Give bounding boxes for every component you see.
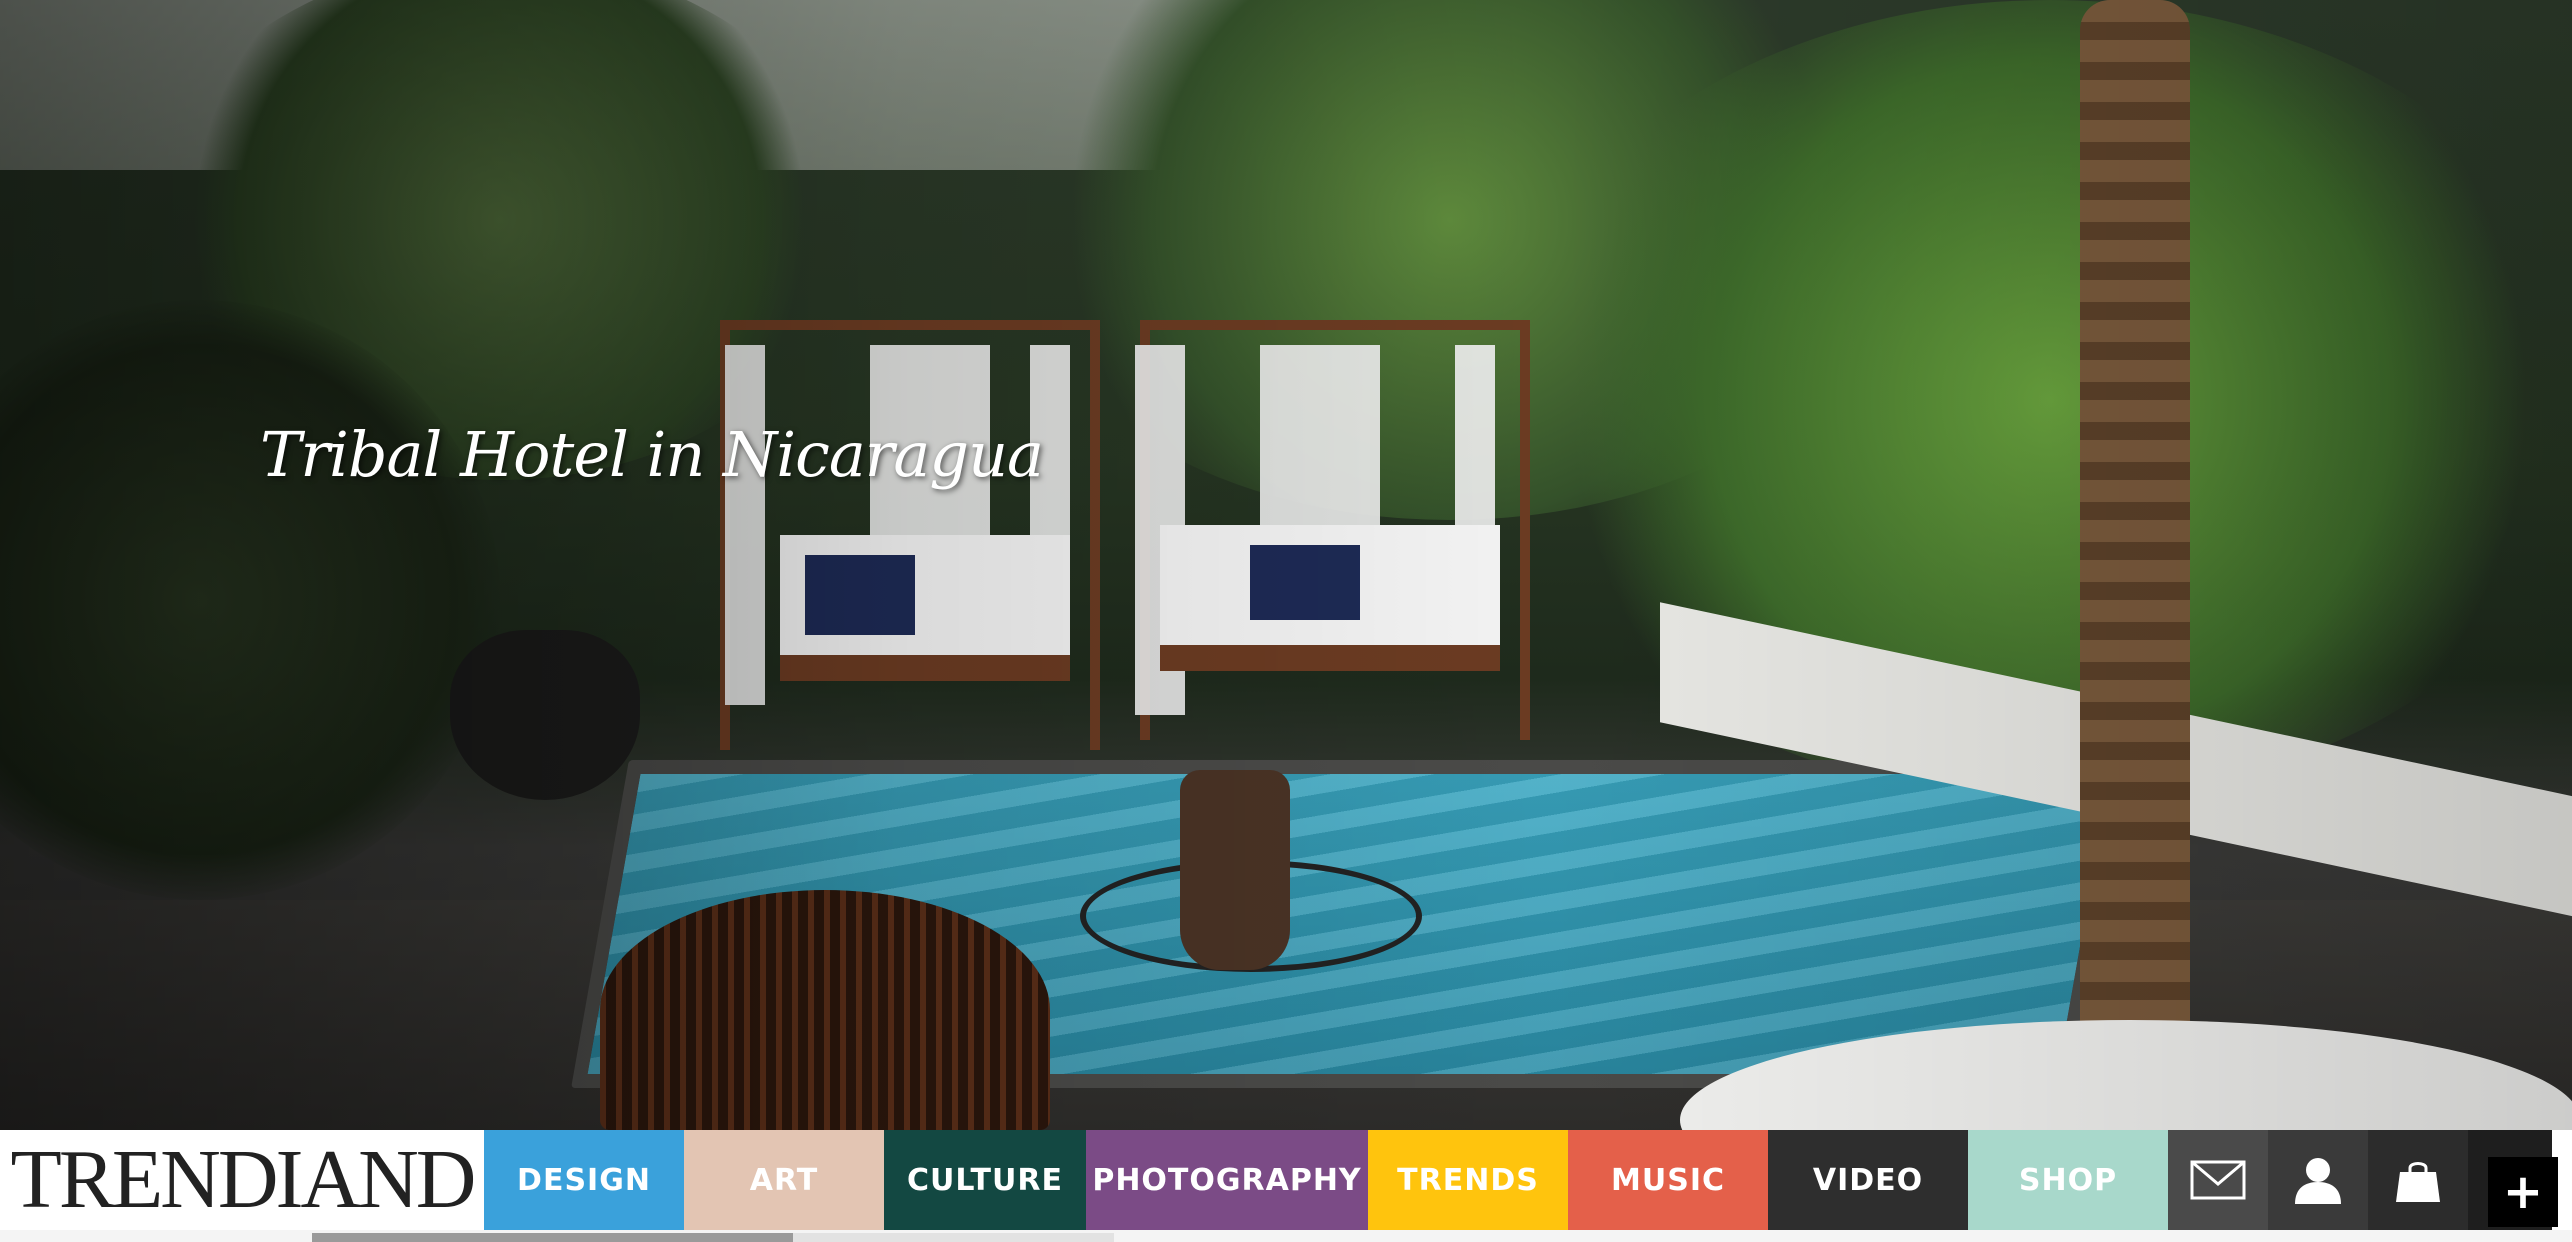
reading-progress-fill [312, 1233, 794, 1242]
hero-image[interactable]: Tribal Hotel in Nicaragua [0, 0, 2572, 1130]
plus-button[interactable]: + [2488, 1157, 2558, 1227]
site-logo[interactable]: TRENDIAND [0, 1130, 484, 1230]
mail-icon [2190, 1160, 2246, 1200]
reading-progress [312, 1233, 1114, 1242]
bag-icon [2396, 1162, 2440, 1202]
nav-shop[interactable]: SHOP [1968, 1130, 2168, 1230]
image-shade [0, 0, 2572, 1130]
nav-music[interactable]: MUSIC [1568, 1130, 1768, 1230]
user-icon [2295, 1158, 2341, 1204]
nav-photography[interactable]: PHOTOGRAPHY [1086, 1130, 1368, 1230]
main-navigation: TRENDIAND DESIGN ART CULTURE PHOTOGRAPHY… [0, 1130, 2572, 1230]
nav-design[interactable]: DESIGN [484, 1130, 684, 1230]
nav-culture[interactable]: CULTURE [884, 1130, 1086, 1230]
nav-art[interactable]: ART [684, 1130, 884, 1230]
nav-trends[interactable]: TRENDS [1368, 1130, 1568, 1230]
hero-title[interactable]: Tribal Hotel in Nicaragua [260, 418, 1044, 491]
mail-button[interactable] [2168, 1130, 2268, 1230]
nav-video[interactable]: VIDEO [1768, 1130, 1968, 1230]
account-button[interactable] [2268, 1130, 2368, 1230]
shop-bag-button[interactable] [2368, 1130, 2468, 1230]
